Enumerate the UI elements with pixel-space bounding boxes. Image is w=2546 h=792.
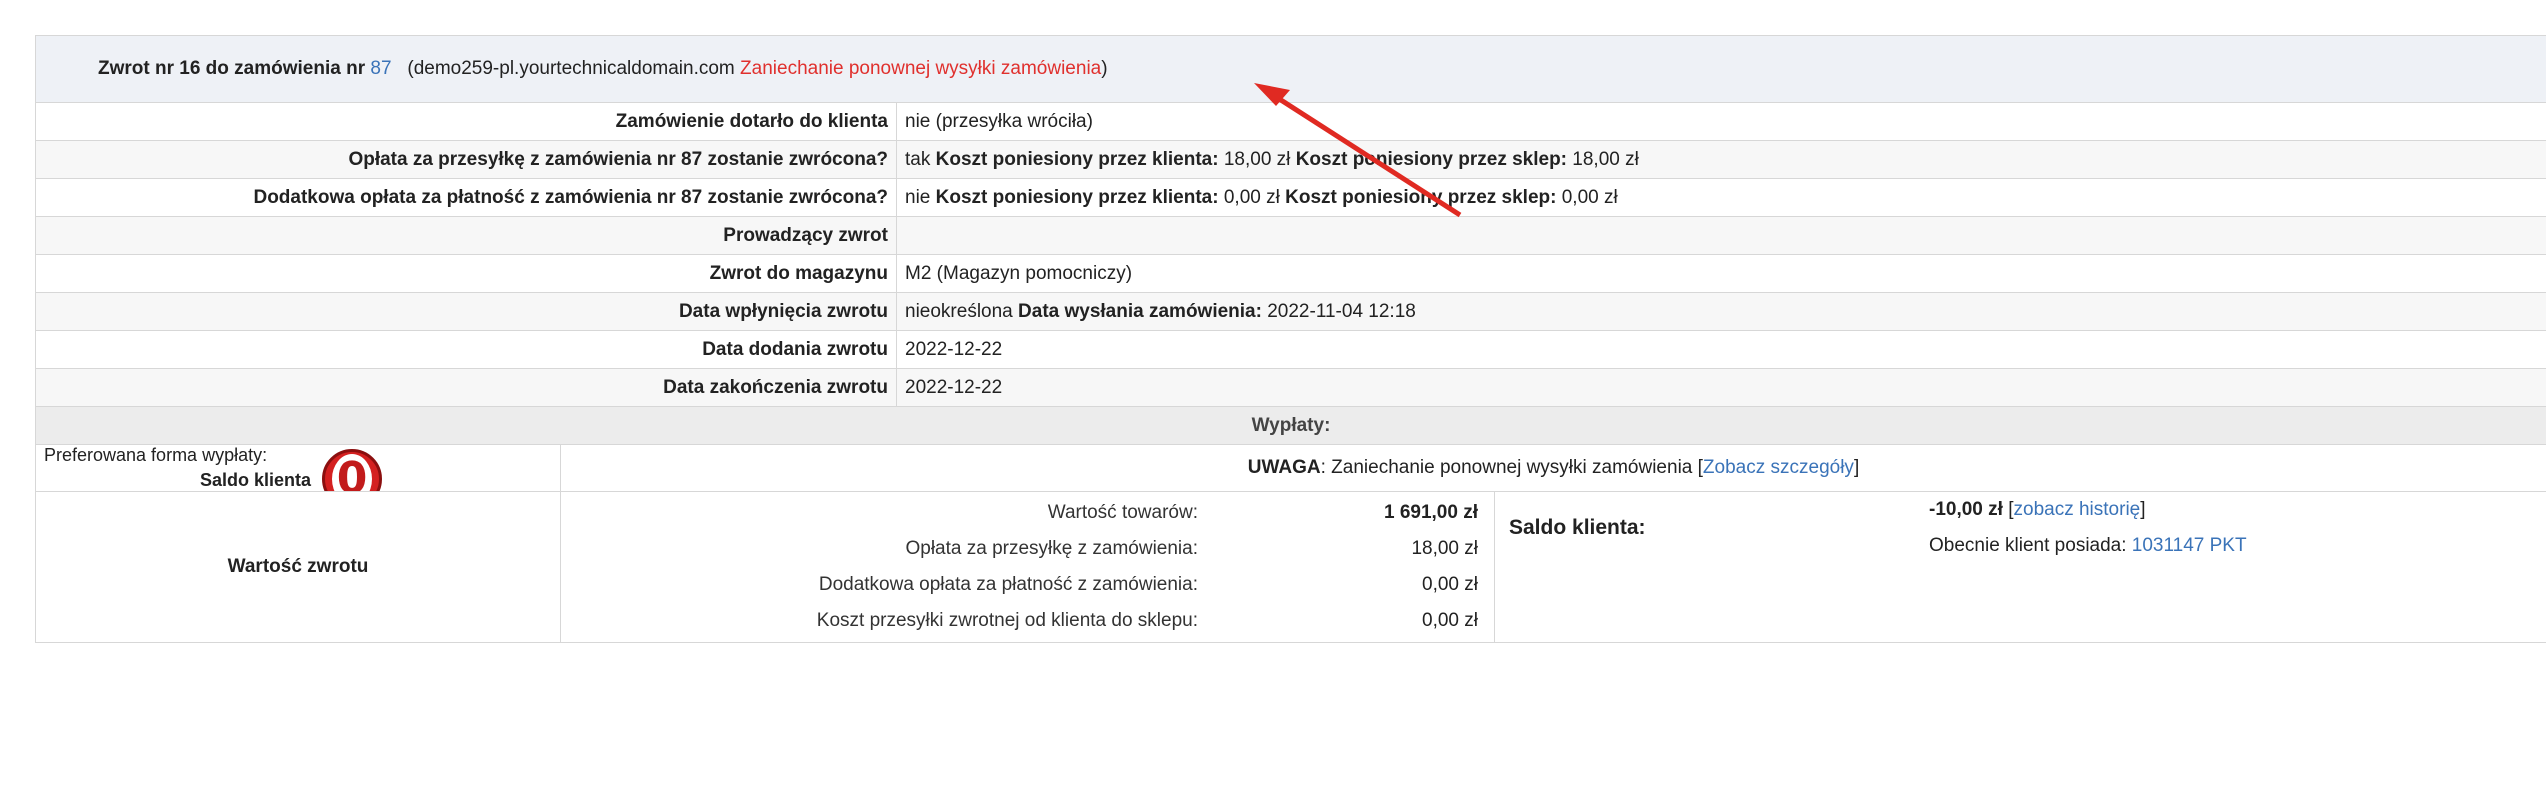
return-item-shipping: Opłata za przesyłkę z zamówienia: 18,00 … bbox=[569, 531, 1486, 567]
return-item-payment-fee: Dodatkowa opłata za płatność z zamówieni… bbox=[569, 567, 1486, 603]
return-header: Zwrot nr 16 do zamówienia nr 87 (demo259… bbox=[35, 35, 2546, 103]
client-balance-value-cell: -10,00 zł [zobacz historię] Obecnie klie… bbox=[1929, 493, 2546, 565]
finished-date-label: Data zakończenia zwrotu bbox=[35, 368, 897, 407]
return-item-goods: Wartość towarów: 1 691,00 zł bbox=[569, 495, 1486, 531]
return-value-row: Wartość zwrotu Wartość towarów: 1 691,00… bbox=[35, 491, 2546, 643]
shipping-shop-cost: 18,00 zł bbox=[1572, 148, 1639, 170]
receipt-date-label: Data wpłynięcia zwrotu bbox=[35, 292, 897, 331]
return-item-key: Koszt przesyłki zwrotnej od klienta do s… bbox=[816, 610, 1198, 631]
payment-client-cost-label: Koszt poniesiony przez klienta: bbox=[935, 186, 1219, 208]
added-date-label: Data dodania zwrotu bbox=[35, 330, 897, 369]
payment-fee-label: Dodatkowa opłata za płatność z zamówieni… bbox=[35, 178, 897, 217]
notice-cell: UWAGA: Zaniechanie ponownej wysyłki zamó… bbox=[560, 444, 2546, 492]
return-item-return-shipping: Koszt przesyłki zwrotnej od klienta do s… bbox=[569, 603, 1486, 639]
return-value-breakdown: Wartość towarów: 1 691,00 zł Opłata za p… bbox=[560, 491, 1495, 643]
shipping-client-cost: 18,00 zł bbox=[1223, 148, 1291, 170]
points-value-link[interactable]: 1031147 PKT bbox=[2132, 535, 2247, 556]
payment-shop-cost: 0,00 zł bbox=[1561, 186, 1618, 208]
history-link[interactable]: zobacz historię bbox=[2014, 499, 2141, 520]
finished-date-value: 2022-12-22 bbox=[896, 368, 2546, 407]
history-open: [ bbox=[2002, 499, 2014, 520]
notice-bold: UWAGA bbox=[1247, 457, 1321, 478]
preferred-payout-row: Preferowana forma wypłaty: Saldo klienta… bbox=[35, 444, 2546, 492]
handler-value bbox=[896, 216, 2546, 255]
return-item-key: Wartość towarów: bbox=[1047, 502, 1198, 523]
payment-fee-row: Dodatkowa opłata za płatność z zamówieni… bbox=[35, 178, 2546, 217]
client-balance-row: Saldo klienta: -10,00 zł [zobacz histori… bbox=[1496, 493, 2546, 565]
send-date-label: Data wysłania zamówienia: bbox=[1018, 300, 1262, 322]
notice-close: ] bbox=[1853, 457, 1860, 478]
header-close-paren: ) bbox=[1101, 58, 1108, 79]
client-balance-label: Saldo klienta: bbox=[1509, 516, 1646, 539]
payment-client-cost: 0,00 zł bbox=[1223, 186, 1280, 208]
warehouse-value: M2 (Magazyn pomocniczy) bbox=[896, 254, 2546, 293]
shipping-shop-cost-label: Koszt poniesiony przez sklep: bbox=[1295, 148, 1568, 170]
delivered-row: Zamówienie dotarło do klienta nie (przes… bbox=[35, 102, 2546, 141]
payment-fee-value: nie Koszt poniesiony przez klienta: 0,00… bbox=[896, 178, 2546, 217]
client-balance-table: Saldo klienta: -10,00 zł [zobacz histori… bbox=[1496, 493, 2546, 565]
return-details-panel: Zwrot nr 16 do zamówienia nr 87 (demo259… bbox=[35, 35, 2546, 667]
delivered-value: nie (przesyłka wróciła) bbox=[896, 102, 2546, 141]
shipping-client-cost-label: Koszt poniesiony przez klienta: bbox=[935, 148, 1219, 170]
send-date: 2022-11-04 12:18 bbox=[1267, 300, 1416, 322]
shipping-fee-value: tak Koszt poniesiony przez klienta: 18,0… bbox=[896, 140, 2546, 179]
return-status: Zaniechanie ponownej wysyłki zamówienia bbox=[740, 58, 1102, 79]
return-value-label: Wartość zwrotu bbox=[35, 491, 561, 643]
warehouse-label: Zwrot do magazynu bbox=[35, 254, 897, 293]
handler-row: Prowadzący zwrot bbox=[35, 216, 2546, 255]
preferred-payout-label: Preferowana forma wypłaty: bbox=[44, 445, 268, 466]
shipping-fee-row: Opłata za przesyłkę z zamówienia nr 87 z… bbox=[35, 140, 2546, 179]
history-close: ] bbox=[2140, 499, 2146, 520]
shipping-fee-answer: tak bbox=[905, 148, 931, 170]
payouts-section-title: Wypłaty: bbox=[35, 406, 2546, 445]
notice-details-link[interactable]: Zobacz szczegóły bbox=[1703, 457, 1854, 478]
receipt-date: nieokreślona bbox=[905, 300, 1013, 322]
payment-shop-cost-label: Koszt poniesiony przez sklep: bbox=[1285, 186, 1557, 208]
added-date-row: Data dodania zwrotu 2022-12-22 bbox=[35, 330, 2546, 369]
preferred-payout-value: Saldo klienta bbox=[200, 470, 312, 490]
receipt-date-row: Data wpłynięcia zwrotu nieokreślona Data… bbox=[35, 292, 2546, 331]
return-item-key: Dodatkowa opłata za płatność z zamówieni… bbox=[818, 574, 1198, 595]
points-label: Obecnie klient posiada: bbox=[1929, 535, 2127, 556]
return-item-value: 0,00 zł bbox=[1422, 574, 1478, 595]
return-value-items: Wartość towarów: 1 691,00 zł Opłata za p… bbox=[569, 495, 1486, 639]
zero-annotation-text: 0 bbox=[332, 454, 372, 491]
client-balance-cell: Saldo klienta: -10,00 zł [zobacz histori… bbox=[1494, 491, 2546, 643]
return-item-value: 1 691,00 zł bbox=[1383, 502, 1478, 523]
warehouse-row: Zwrot do magazynu M2 (Magazyn pomocniczy… bbox=[35, 254, 2546, 293]
receipt-date-value: nieokreślona Data wysłania zamówienia: 2… bbox=[896, 292, 2546, 331]
notice-text: : Zaniechanie ponownej wysyłki zamówieni… bbox=[1320, 457, 1703, 478]
delivered-label: Zamówienie dotarło do klienta bbox=[35, 102, 897, 141]
return-item-value: 0,00 zł bbox=[1422, 610, 1478, 631]
return-item-key: Opłata za przesyłkę z zamówienia: bbox=[905, 538, 1198, 559]
shop-domain: (demo259-pl.yourtechnicaldomain.com bbox=[407, 58, 735, 79]
return-details-table: Zwrot nr 16 do zamówienia nr 87 (demo259… bbox=[35, 35, 2546, 643]
client-balance-value: -10,00 zł bbox=[1929, 499, 2003, 520]
preferred-payout-cell: Preferowana forma wypłaty: Saldo klienta… bbox=[35, 444, 561, 492]
shipping-fee-label: Opłata za przesyłkę z zamówienia nr 87 z… bbox=[35, 140, 897, 179]
handler-label: Prowadzący zwrot bbox=[35, 216, 897, 255]
payment-fee-answer: nie bbox=[905, 186, 931, 208]
return-title: Zwrot nr 16 do zamówienia nr bbox=[98, 58, 366, 79]
return-header-row: Zwrot nr 16 do zamówienia nr 87 (demo259… bbox=[35, 35, 2546, 103]
payouts-section-row: Wypłaty: bbox=[35, 406, 2546, 445]
return-item-value: 18,00 zł bbox=[1411, 538, 1478, 559]
order-number-link[interactable]: 87 bbox=[370, 58, 391, 79]
added-date-value: 2022-12-22 bbox=[896, 330, 2546, 369]
finished-date-row: Data zakończenia zwrotu 2022-12-22 bbox=[35, 368, 2546, 407]
